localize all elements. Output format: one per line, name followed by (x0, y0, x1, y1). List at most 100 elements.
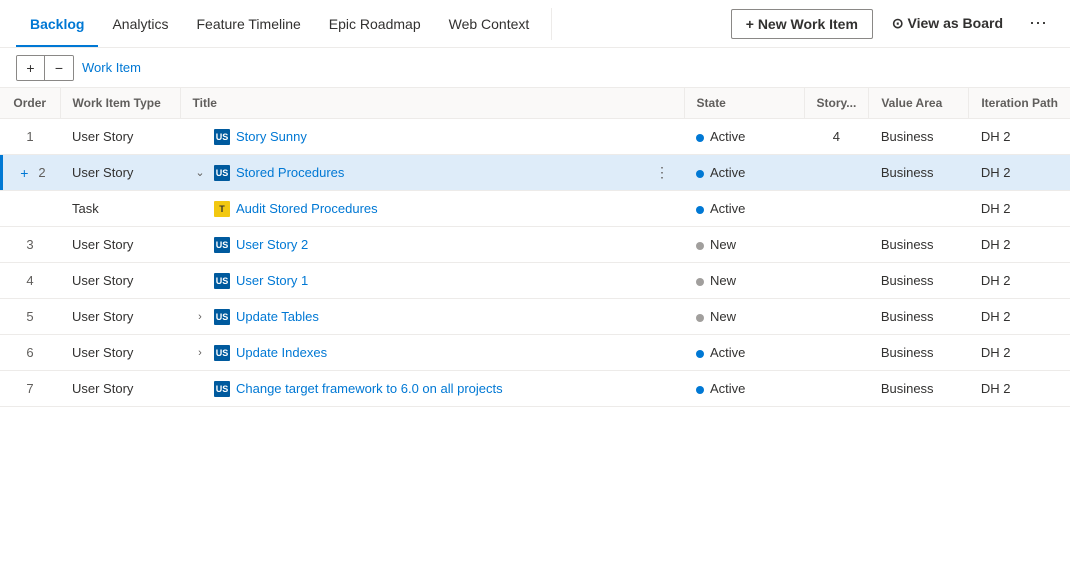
cell-state: New (684, 299, 804, 335)
state-dot (696, 278, 704, 286)
cell-title: › US Update Indexes (180, 335, 684, 371)
expand-all-button[interactable]: + (17, 56, 45, 80)
table-body: 1User Story US Story Sunny Active4Busine… (0, 119, 1070, 407)
cell-type: Task (60, 191, 180, 227)
cell-title: T Audit Stored Procedures (180, 191, 684, 227)
cell-title: ⌄ US Stored Procedures ⋮ (180, 155, 684, 191)
state-label: New (710, 237, 736, 252)
new-work-item-button[interactable]: + New Work Item (731, 9, 873, 39)
cell-state: Active (684, 371, 804, 407)
table-row: 6User Story › US Update Indexes ActiveBu… (0, 335, 1070, 371)
state-dot (696, 386, 704, 394)
cell-iteration-path: DH 2 (969, 155, 1070, 191)
cell-state: Active (684, 335, 804, 371)
col-header-order: Order (0, 88, 60, 119)
cell-story-points (804, 191, 869, 227)
cell-title: US User Story 2 (180, 227, 684, 263)
state-label: Active (710, 129, 745, 144)
state-label: New (710, 309, 736, 324)
cell-type: User Story (60, 119, 180, 155)
cell-state: Active (684, 119, 804, 155)
type-icon: US (214, 129, 230, 145)
cell-title: US Change target framework to 6.0 on all… (180, 371, 684, 407)
toolbar: + − Work Item (0, 48, 1070, 88)
state-label: Active (710, 201, 745, 216)
nav-item-web-context[interactable]: Web Context (435, 0, 544, 47)
cell-type: User Story (60, 299, 180, 335)
cell-order: 4 (0, 263, 60, 299)
cell-value-area: Business (869, 335, 969, 371)
cell-state: Active (684, 155, 804, 191)
row-indicator (0, 155, 3, 190)
state-label: New (710, 273, 736, 288)
nav-item-epic-roadmap[interactable]: Epic Roadmap (315, 0, 435, 47)
table-header-row: Order Work Item Type Title State Story..… (0, 88, 1070, 119)
table-row: 1User Story US Story Sunny Active4Busine… (0, 119, 1070, 155)
cell-title: US User Story 1 (180, 263, 684, 299)
view-as-board-button[interactable]: ⊙ View as Board (877, 8, 1018, 39)
expand-button[interactable]: › (192, 347, 208, 359)
nav-item-backlog[interactable]: Backlog (16, 0, 98, 47)
cell-value-area: Business (869, 119, 969, 155)
row-context-menu-button[interactable]: ⋮ (652, 163, 672, 183)
expand-button[interactable]: ⌄ (192, 166, 208, 179)
title-link[interactable]: User Story 1 (236, 273, 308, 288)
cell-type: User Story (60, 335, 180, 371)
nav-item-feature-timeline[interactable]: Feature Timeline (183, 0, 315, 47)
backlog-table: Order Work Item Type Title State Story..… (0, 88, 1070, 407)
table-row: + 2 User Story ⌄ US Stored Procedures ⋮ … (0, 155, 1070, 191)
cell-value-area (869, 191, 969, 227)
title-link[interactable]: Story Sunny (236, 129, 307, 144)
cell-type: User Story (60, 371, 180, 407)
state-dot (696, 206, 704, 214)
state-dot (696, 314, 704, 322)
col-header-value-area: Value Area (869, 88, 969, 119)
backlog-table-container: Order Work Item Type Title State Story..… (0, 88, 1070, 562)
cell-story-points (804, 299, 869, 335)
cell-value-area: Business (869, 155, 969, 191)
cell-order: 7 (0, 371, 60, 407)
type-icon: US (214, 345, 230, 361)
table-row: 3User Story US User Story 2 NewBusinessD… (0, 227, 1070, 263)
table-row: 4User Story US User Story 1 NewBusinessD… (0, 263, 1070, 299)
title-link[interactable]: Audit Stored Procedures (236, 201, 378, 216)
col-header-iteration: Iteration Path (969, 88, 1070, 119)
cell-value-area: Business (869, 299, 969, 335)
cell-iteration-path: DH 2 (969, 227, 1070, 263)
cell-state: New (684, 227, 804, 263)
cell-title: › US Update Tables (180, 299, 684, 335)
table-row: 5User Story › US Update Tables NewBusine… (0, 299, 1070, 335)
cell-iteration-path: DH 2 (969, 299, 1070, 335)
cell-story-points (804, 263, 869, 299)
col-header-state: State (684, 88, 804, 119)
col-header-type: Work Item Type (60, 88, 180, 119)
type-icon: US (214, 381, 230, 397)
more-options-button[interactable]: ⋯ (1022, 8, 1054, 40)
cell-story-points (804, 371, 869, 407)
nav-divider (551, 8, 552, 40)
title-link[interactable]: Change target framework to 6.0 on all pr… (236, 381, 503, 396)
cell-title: US Story Sunny (180, 119, 684, 155)
type-icon: US (214, 273, 230, 289)
title-link[interactable]: Stored Procedures (236, 165, 344, 180)
title-link[interactable]: Update Indexes (236, 345, 327, 360)
cell-value-area: Business (869, 371, 969, 407)
cell-order (0, 191, 60, 227)
state-dot (696, 134, 704, 142)
collapse-all-button[interactable]: − (45, 56, 73, 80)
cell-type: User Story (60, 155, 180, 191)
breadcrumb-work-item[interactable]: Work Item (82, 60, 141, 75)
cell-value-area: Business (869, 227, 969, 263)
nav-item-analytics[interactable]: Analytics (98, 0, 182, 47)
title-link[interactable]: Update Tables (236, 309, 319, 324)
cell-order: + 2 (0, 155, 60, 191)
row-add-button[interactable]: + (14, 163, 34, 183)
type-icon: T (214, 201, 230, 217)
col-header-story: Story... (804, 88, 869, 119)
cell-story-points: 4 (804, 119, 869, 155)
breadcrumb: Work Item (82, 60, 141, 75)
title-link[interactable]: User Story 2 (236, 237, 308, 252)
expand-button[interactable]: › (192, 311, 208, 323)
cell-type: User Story (60, 227, 180, 263)
state-label: Active (710, 165, 745, 180)
